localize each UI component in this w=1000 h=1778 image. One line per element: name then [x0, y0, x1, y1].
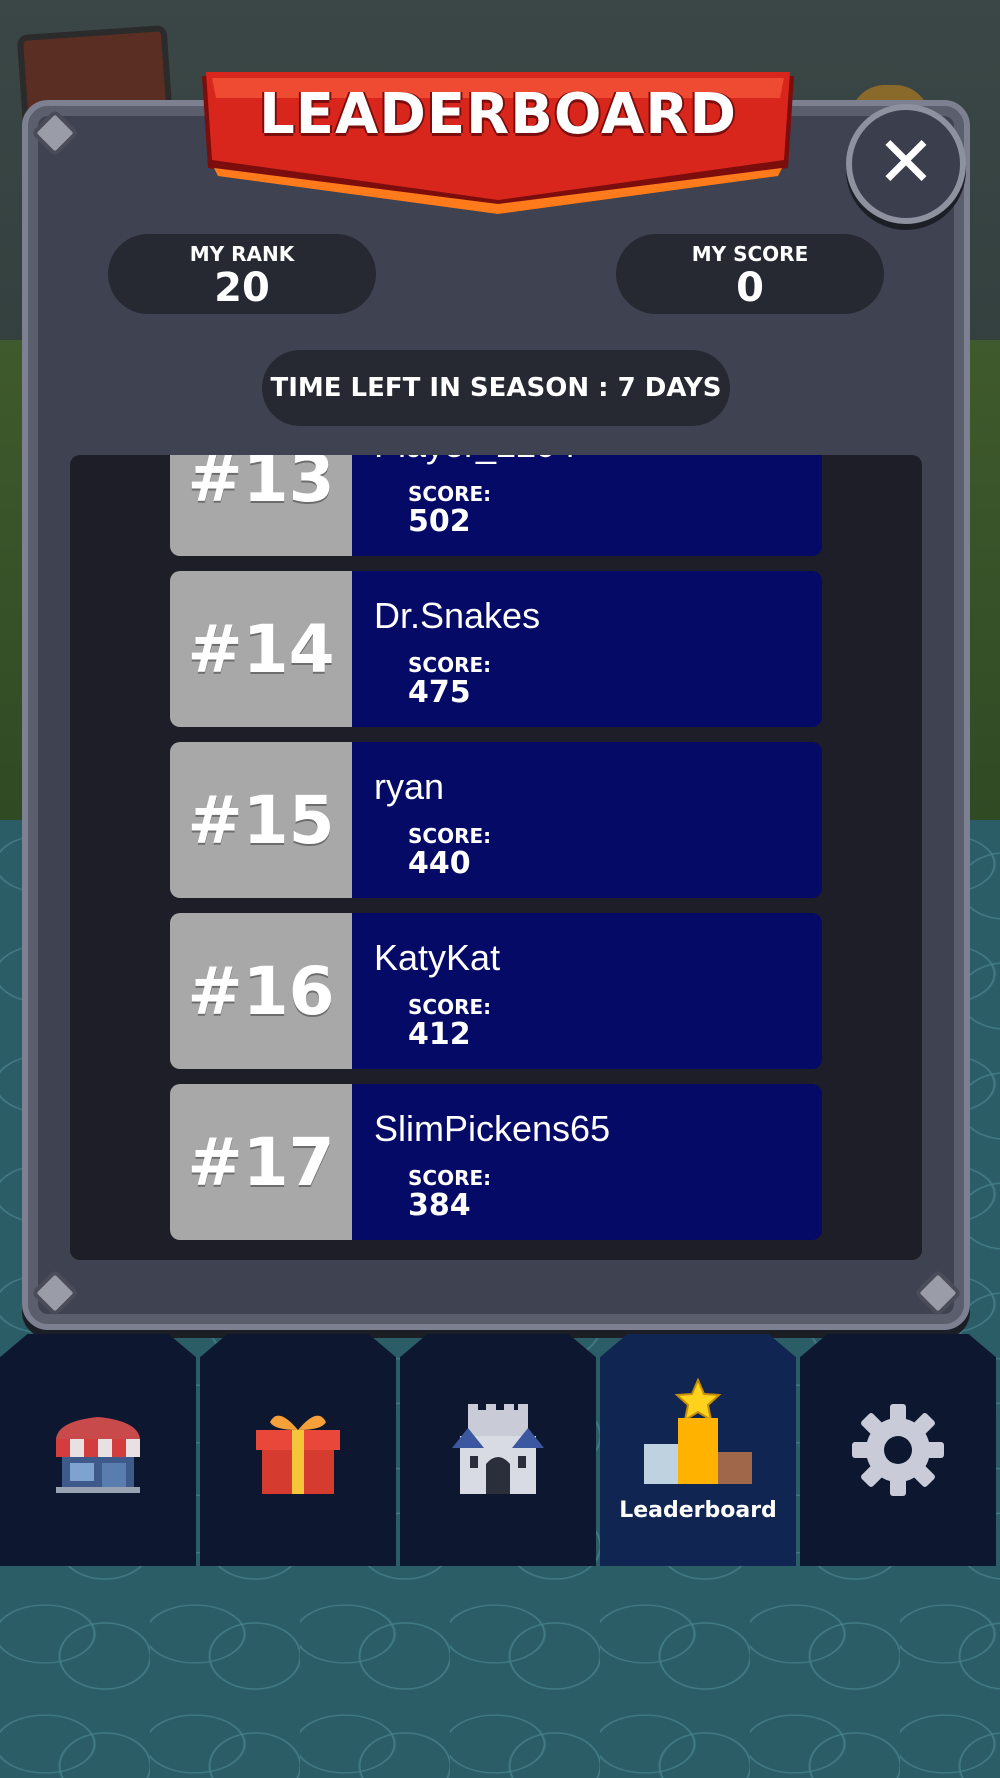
player-info: SlimPickens65 SCORE: 384: [352, 1084, 822, 1240]
leaderboard-row: #15 ryan SCORE: 440: [170, 742, 822, 898]
my-rank-label: MY RANK: [189, 242, 295, 266]
my-rank-value: 20: [214, 265, 270, 311]
nav-tab-gifts[interactable]: [200, 1334, 396, 1566]
score-label: SCORE:: [408, 1166, 492, 1190]
score-label: SCORE:: [408, 824, 492, 848]
gift-icon: [256, 1415, 340, 1494]
season-timer: TIME LEFT IN SEASON : 7 DAYS: [262, 350, 730, 426]
panel-corner-rivet: [30, 108, 80, 158]
score-value: 440: [408, 846, 471, 881]
castle-icon: [452, 1404, 544, 1494]
nav-tab-leaderboard[interactable]: Leaderboard: [600, 1334, 796, 1566]
leaderboard-row: #16 KatyKat SCORE: 412: [170, 913, 822, 1069]
nav-tab-label: Leaderboard: [619, 1497, 777, 1523]
leaderboard-row: #17 SlimPickens65 SCORE: 384: [170, 1084, 822, 1240]
player-info: KatyKat SCORE: 412: [352, 913, 822, 1069]
close-icon: ✕: [876, 121, 936, 203]
nav-tab-castle[interactable]: [400, 1334, 596, 1566]
player-name: ryan: [374, 766, 445, 807]
my-score-label: MY SCORE: [691, 242, 809, 266]
rank-number: #17: [170, 1084, 352, 1240]
rank-number: #16: [170, 913, 352, 1069]
leaderboard-list[interactable]: #13 Player_2294 SCORE: 502 #14 Dr.Snakes…: [70, 455, 922, 1260]
panel-corner-rivet: [913, 1268, 963, 1318]
gear-icon: [852, 1404, 944, 1496]
leaderboard-row: #13 Player_2294 SCORE: 502: [170, 455, 822, 556]
score-value: 502: [408, 504, 471, 539]
page-title: LEADERBOARD: [259, 82, 737, 147]
nav-tab-settings[interactable]: [800, 1334, 996, 1566]
my-score-pill: MY SCORE 0: [616, 234, 884, 314]
shop-icon: [56, 1417, 140, 1493]
player-name: Player_2294: [374, 455, 576, 466]
score-value: 412: [408, 1017, 471, 1052]
score-label: SCORE:: [408, 653, 492, 677]
rank-number: #15: [170, 742, 352, 898]
score-label: SCORE:: [408, 482, 492, 506]
close-button[interactable]: ✕: [846, 104, 966, 224]
podium-icon: [644, 1377, 752, 1484]
player-name: KatyKat: [374, 937, 501, 978]
my-rank-pill: MY RANK 20: [108, 234, 376, 314]
leaderboard-row: #14 Dr.Snakes SCORE: 475: [170, 571, 822, 727]
player-name: SlimPickens65: [374, 1108, 611, 1149]
title-ribbon: LEADERBOARD: [192, 68, 804, 218]
score-value: 384: [408, 1188, 471, 1223]
score-value: 475: [408, 675, 471, 710]
bottom-nav: Leaderboard: [0, 1334, 1000, 1566]
rank-number: #13: [170, 455, 352, 556]
score-label: SCORE:: [408, 995, 492, 1019]
player-info: Player_2294 SCORE: 502: [352, 455, 822, 556]
player-name: Dr.Snakes: [374, 595, 541, 636]
rank-number: #14: [170, 571, 352, 727]
my-score-value: 0: [736, 265, 764, 311]
player-info: Dr.Snakes SCORE: 475: [352, 571, 822, 727]
nav-tab-shop[interactable]: [0, 1334, 196, 1566]
player-info: ryan SCORE: 440: [352, 742, 822, 898]
panel-corner-rivet: [30, 1268, 80, 1318]
